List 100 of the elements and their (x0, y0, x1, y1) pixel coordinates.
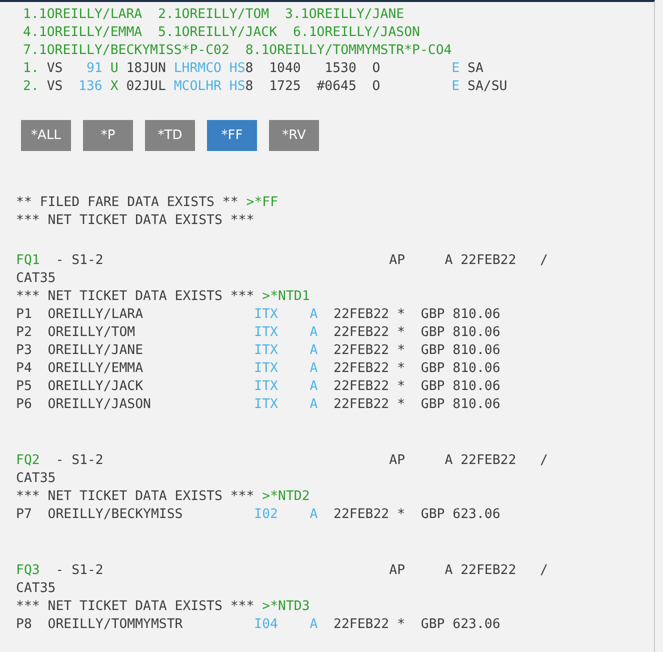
segment-number: 2. (23, 78, 39, 96)
command-link[interactable]: >*FF (246, 194, 278, 212)
passenger-entry: 3.1OREILLY/JANE (285, 6, 404, 24)
flight-date: 02JUL (126, 78, 166, 96)
passenger-name: OREILLY/JACK (48, 378, 144, 396)
fare-amount: 623.06 (452, 506, 500, 524)
fare-status: A (310, 378, 318, 396)
fare-mark: * (397, 378, 406, 396)
fare-mark: * (397, 342, 406, 360)
passenger-ref: P7 (16, 506, 32, 524)
fare-mark: * (397, 324, 406, 342)
command-link[interactable]: >*NTD2 (262, 488, 310, 506)
fare-category: CAT35 (16, 470, 56, 488)
fare-mark: * (397, 306, 406, 324)
command-button[interactable]: *TD (145, 120, 195, 151)
passenger-entry: 5.1OREILLY/JACK (158, 24, 278, 42)
passenger-entry: 6.1OREILLY/JASON (292, 24, 420, 42)
arrival-time: #0645 (316, 78, 356, 96)
segment-code: O (372, 78, 380, 96)
fare-code: AP (389, 562, 406, 580)
flight-number: 136 (78, 78, 102, 96)
passenger-name: OREILLY/TOM (48, 324, 136, 342)
currency-code: GBP (420, 306, 445, 324)
fare-basis: ITX (254, 342, 278, 360)
fare-basis: ITX (254, 306, 278, 324)
fare-amount: 810.06 (452, 324, 500, 342)
fare-date: 22FEB22 (334, 324, 390, 342)
passenger-ref: P3 (16, 342, 32, 360)
fare-basis: ITX (254, 360, 278, 378)
fare-date: 22FEB22 (334, 378, 390, 396)
passenger-entry: 1.1OREILLY/LARA (23, 6, 142, 24)
passenger-ref: P8 (16, 616, 32, 634)
fare-code: / (540, 252, 548, 270)
passenger-name: OREILLY/TOMMYMSTR (48, 616, 183, 634)
fare-amount: 810.06 (452, 360, 500, 378)
fare-basis: I04 (254, 616, 278, 634)
arrival-time: 1530 (324, 60, 356, 78)
command-link[interactable]: >*NTD3 (262, 598, 310, 616)
passenger-name: OREILLY/LARA (48, 306, 144, 324)
segment-number: 1. (23, 60, 39, 78)
command-button[interactable]: *RV (269, 120, 319, 151)
fare-quote-link[interactable]: FQ2 (16, 452, 40, 470)
fare-basis: ITX (254, 324, 278, 342)
status-code: HS (229, 60, 246, 78)
passenger-name: OREILLY/BECKYMISS (48, 506, 183, 524)
fare-amount: 623.06 (452, 616, 500, 634)
fare-mark: * (397, 396, 406, 414)
segment-days: SA (468, 60, 484, 78)
passenger-entry: 8.1OREILLY/TOMMYMSTR*P-CO4 (245, 42, 452, 60)
fare-code: A (444, 452, 453, 470)
segment-code: E (452, 78, 460, 96)
segment-days: SA/SU (468, 78, 508, 96)
currency-code: GBP (420, 342, 445, 360)
fare-date: 22FEB22 (334, 396, 390, 414)
currency-code: GBP (420, 360, 445, 378)
fare-code: A (444, 252, 453, 270)
fare-category: CAT35 (16, 580, 56, 598)
notice-text: *** NET TICKET DATA EXISTS *** (16, 598, 254, 616)
flight-date: 18JUN (126, 60, 166, 78)
flight-number: 91 (86, 60, 102, 78)
fare-amount: 810.06 (452, 306, 500, 324)
fare-code: / (540, 452, 548, 470)
fare-code: AP (389, 452, 406, 470)
fare-basis: ITX (254, 396, 278, 414)
passenger-entry: 7.1OREILLY/BECKYMISS*P-C02 (23, 42, 230, 60)
segment-range: - S1-2 (56, 252, 104, 270)
fare-date: 22FEB22 (334, 306, 390, 324)
fare-status: A (310, 360, 318, 378)
fare-status: A (310, 342, 318, 360)
fare-basis: ITX (254, 378, 278, 396)
currency-code: GBP (420, 396, 445, 414)
fare-quote-link[interactable]: FQ3 (16, 562, 40, 580)
fare-basis: I02 (254, 506, 278, 524)
passenger-name: OREILLY/JANE (48, 342, 144, 360)
command-button[interactable]: *P (83, 120, 133, 151)
fare-date: 22FEB22 (334, 506, 390, 524)
fare-quote-link[interactable]: FQ1 (16, 252, 40, 270)
fare-mark: * (397, 616, 406, 634)
passenger-ref: P1 (16, 306, 32, 324)
status-code: HS (229, 78, 246, 96)
booking-class: U (110, 60, 118, 78)
passenger-ref: P6 (16, 396, 32, 414)
segment-range: - S1-2 (56, 452, 104, 470)
passenger-ref: P5 (16, 378, 32, 396)
notice-text: ** FILED FARE DATA EXISTS ** (16, 194, 238, 212)
command-link[interactable]: >*NTD1 (262, 288, 310, 306)
command-button[interactable]: *FF (207, 120, 257, 151)
fare-amount: 810.06 (452, 378, 500, 396)
passenger-ref: P4 (16, 360, 32, 378)
command-button[interactable]: *ALL (21, 120, 71, 151)
currency-code: GBP (420, 506, 445, 524)
fare-date: 22FEB22 (334, 616, 390, 634)
currency-code: GBP (420, 324, 445, 342)
currency-code: GBP (420, 378, 445, 396)
fare-status: A (310, 324, 318, 342)
departure-time: 1040 (269, 60, 301, 78)
passenger-name: OREILLY/EMMA (48, 360, 144, 378)
fare-status: A (310, 506, 318, 524)
route-code: MCOLHR (174, 78, 222, 96)
fare-code: A (444, 562, 453, 580)
